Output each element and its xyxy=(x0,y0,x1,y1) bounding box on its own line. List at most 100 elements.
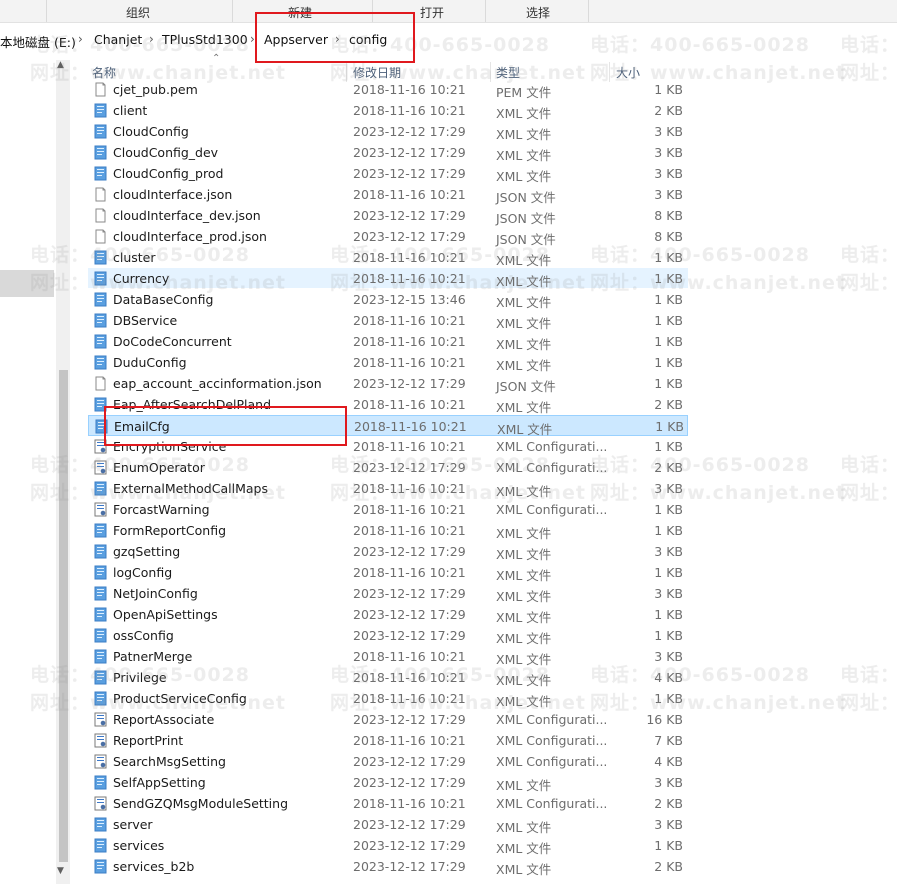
scroll-up-icon[interactable]: ▲ xyxy=(57,60,64,70)
file-row[interactable]: NetJoinConfig 2023-12-12 17:29 XML 文件 3 KB xyxy=(88,583,688,604)
file-size: 4 KB xyxy=(654,754,683,769)
breadcrumb-item-chanjet[interactable]: Chanjet xyxy=(94,32,142,47)
file-row[interactable]: DataBaseConfig 2023-12-15 13:46 XML 文件 1 KB xyxy=(88,289,688,310)
ribbon-group-select[interactable]: 选择 xyxy=(526,4,550,21)
file-row[interactable]: ReportAssociate 2023-12-12 17:29 XML Confi… xyxy=(88,709,688,730)
file-size: 1 KB xyxy=(654,82,683,97)
file-row[interactable]: gzqSetting 2023-12-12 17:29 XML 文件 3 KB xyxy=(88,541,688,562)
breadcrumb-item-appserver[interactable]: Appserver xyxy=(264,32,328,47)
xml-file-icon xyxy=(93,334,108,349)
file-row[interactable]: DuduConfig 2018-11-16 10:21 XML 文件 1 KB xyxy=(88,352,688,373)
file-row[interactable]: services_b2b 2023-12-12 17:29 XML 文件 2 KB xyxy=(88,856,688,877)
file-row[interactable]: ReportPrint 2018-11-16 10:21 XML Configura… xyxy=(88,730,688,751)
file-date: 2023-12-12 17:29 xyxy=(353,628,466,643)
xml-file-icon xyxy=(93,397,108,412)
file-name: EmailCfg xyxy=(114,419,170,434)
file-row[interactable]: Eap_AfterSearchDelPland 2018-11-16 10:21 X… xyxy=(88,394,688,415)
file-row[interactable]: CloudConfig 2023-12-12 17:29 XML 文件 3 KB xyxy=(88,121,688,142)
ribbon-group-new[interactable]: 新建 xyxy=(288,4,312,21)
file-size: 1 KB xyxy=(654,691,683,706)
generic-file-icon xyxy=(93,208,108,223)
nav-pane-selected-item[interactable] xyxy=(0,270,54,297)
file-row[interactable]: SelfAppSetting 2023-12-12 17:29 XML 文件 3 KB xyxy=(88,772,688,793)
ribbon-group-organize[interactable]: 组织 xyxy=(126,4,150,21)
xml-file-icon xyxy=(93,859,108,874)
file-name: Currency xyxy=(113,271,170,286)
watermark-text: 网址：www.chanjet.net xyxy=(840,692,897,714)
watermark-text: 网址：www.chanjet.net xyxy=(840,482,897,504)
xml-file-icon xyxy=(93,649,108,664)
file-size: 2 KB xyxy=(654,796,683,811)
file-size: 4 KB xyxy=(654,670,683,685)
file-row[interactable]: cjet_pub.pem 2018-11-16 10:21 PEM 文件 1 KB xyxy=(88,79,688,100)
file-row[interactable]: client 2018-11-16 10:21 XML 文件 2 KB xyxy=(88,100,688,121)
breadcrumb-item-config[interactable]: config xyxy=(349,32,387,47)
file-row[interactable]: ProductServiceConfig 2018-11-16 10:21 XML … xyxy=(88,688,688,709)
file-name: cjet_pub.pem xyxy=(113,82,198,97)
file-name: SearchMsgSetting xyxy=(113,754,226,769)
file-type: XML 文件 xyxy=(496,547,552,562)
file-size: 3 KB xyxy=(654,481,683,496)
breadcrumb-item-drive[interactable]: 本地磁盘 (E:) xyxy=(0,32,76,51)
file-row[interactable]: cloudInterface_dev.json 2023-12-12 17:29 J… xyxy=(88,205,688,226)
file-type: XML 文件 xyxy=(496,673,552,688)
xml-file-icon xyxy=(93,607,108,622)
scrollbar-thumb[interactable] xyxy=(59,370,68,862)
file-row[interactable]: Privilege 2018-11-16 10:21 XML 文件 4 KB xyxy=(88,667,688,688)
xml-file-icon xyxy=(93,544,108,559)
file-row[interactable]: ExternalMethodCallMaps 2018-11-16 10:21 XM… xyxy=(88,478,688,499)
file-name: ossConfig xyxy=(113,628,174,643)
breadcrumb-chevron-icon[interactable]: › xyxy=(250,32,255,46)
breadcrumb-chevron-icon[interactable]: › xyxy=(335,32,340,46)
file-row[interactable]: services 2023-12-12 17:29 XML 文件 1 KB xyxy=(88,835,688,856)
ribbon-group-open[interactable]: 打开 xyxy=(420,4,444,21)
file-row[interactable]: CloudConfig_prod 2023-12-12 17:29 XML 文件 3 … xyxy=(88,163,688,184)
file-row[interactable]: OpenApiSettings 2023-12-12 17:29 XML 文件 1 K… xyxy=(88,604,688,625)
file-size: 1 KB xyxy=(654,523,683,538)
file-row[interactable]: EncryptionService 2018-11-16 10:21 XML Con… xyxy=(88,436,688,457)
xml-file-icon xyxy=(93,838,108,853)
file-row[interactable]: DoCodeConcurrent 2018-11-16 10:21 XML 文件 1 … xyxy=(88,331,688,352)
file-size: 1 KB xyxy=(654,607,683,622)
file-row[interactable]: eap_account_accinformation.json 2023-12-1… xyxy=(88,373,688,394)
file-name: FormReportConfig xyxy=(113,523,227,538)
breadcrumb-item-tplusstd1300[interactable]: TPlusStd1300 xyxy=(162,32,248,47)
file-type: XML 文件 xyxy=(496,631,552,646)
file-row[interactable]: SearchMsgSetting 2023-12-12 17:29 XML Conf… xyxy=(88,751,688,772)
file-row[interactable]: EnumOperator 2023-12-12 17:29 XML Configur… xyxy=(88,457,688,478)
file-size: 16 KB xyxy=(646,712,683,727)
file-date: 2023-12-12 17:29 xyxy=(353,859,466,874)
vertical-scrollbar[interactable]: ▲ ▼ xyxy=(56,60,70,884)
file-row[interactable]: Currency 2018-11-16 10:21 XML 文件 1 KB xyxy=(88,268,688,289)
file-row[interactable]: DBService 2018-11-16 10:21 XML 文件 1 KB xyxy=(88,310,688,331)
file-row[interactable]: PatnerMerge 2018-11-16 10:21 XML 文件 3 KB xyxy=(88,646,688,667)
ribbon-separator xyxy=(232,0,233,22)
file-row[interactable]: cluster 2018-11-16 10:21 XML 文件 1 KB xyxy=(88,247,688,268)
scroll-down-icon[interactable]: ▼ xyxy=(57,866,64,876)
file-name: ProductServiceConfig xyxy=(113,691,247,706)
breadcrumb-chevron-icon[interactable]: › xyxy=(78,32,83,46)
file-date: 2023-12-12 17:29 xyxy=(353,124,466,139)
file-row[interactable]: logConfig 2018-11-16 10:21 XML 文件 1 KB xyxy=(88,562,688,583)
file-size: 3 KB xyxy=(654,124,683,139)
file-date: 2023-12-12 17:29 xyxy=(353,229,466,244)
file-row[interactable]: cloudInterface_prod.json 2023-12-12 17:29… xyxy=(88,226,688,247)
file-row[interactable]: ForcastWarning 2018-11-16 10:21 XML Config… xyxy=(88,499,688,520)
file-size: 1 KB xyxy=(654,376,683,391)
file-row[interactable]: ossConfig 2023-12-12 17:29 XML 文件 1 KB xyxy=(88,625,688,646)
file-date: 2018-11-16 10:21 xyxy=(353,250,466,265)
file-row-selected[interactable]: EmailCfg 2018-11-16 10:21 XML 文件 1 KB xyxy=(88,415,688,437)
file-row[interactable]: server 2023-12-12 17:29 XML 文件 3 KB xyxy=(88,814,688,835)
file-type: XML Configurati... xyxy=(496,439,608,454)
ribbon-separator xyxy=(372,0,373,22)
file-type: XML 文件 xyxy=(496,106,552,121)
file-row[interactable]: SendGZQMsgModuleSetting 2018-11-16 10:21 X… xyxy=(88,793,688,814)
file-name: cluster xyxy=(113,250,156,265)
xml-file-icon xyxy=(93,817,108,832)
file-date: 2018-11-16 10:21 xyxy=(353,355,466,370)
file-date: 2018-11-16 10:21 xyxy=(353,271,466,286)
file-row[interactable]: FormReportConfig 2018-11-16 10:21 XML 文件 1 … xyxy=(88,520,688,541)
file-row[interactable]: cloudInterface.json 2018-11-16 10:21 JSON … xyxy=(88,184,688,205)
breadcrumb-chevron-icon[interactable]: › xyxy=(149,32,154,46)
file-row[interactable]: CloudConfig_dev 2023-12-12 17:29 XML 文件 3 K… xyxy=(88,142,688,163)
